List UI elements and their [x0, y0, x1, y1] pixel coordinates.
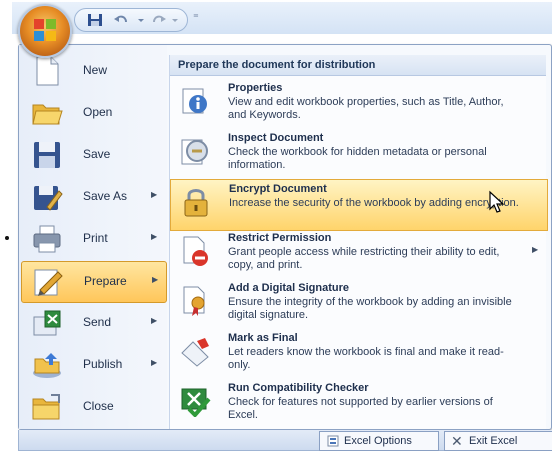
menu-item-open[interactable]: Open — [21, 93, 165, 133]
office-button[interactable] — [18, 4, 72, 58]
mouse-pointer-icon — [489, 190, 505, 213]
open-folder-icon — [32, 104, 63, 125]
submenu-item-compatibility-checker[interactable]: Run Compatibility Checker Check for feat… — [170, 379, 546, 429]
office-menu: New Open Save Save As ▶ Print ▶ Prepare … — [18, 44, 552, 430]
save-as-icon — [34, 186, 63, 211]
menu-item-prepare[interactable]: Prepare ▶ — [21, 261, 167, 303]
submenu-item-title: Properties — [228, 82, 283, 94]
publish-icon — [33, 353, 61, 378]
menu-item-label: Prepare — [84, 274, 127, 288]
send-icon — [33, 310, 61, 336]
submenu-arrow-icon: ▶ — [151, 232, 158, 241]
menu-footer: Excel Options ✕ Exit Excel — [18, 430, 552, 451]
prepare-submenu: Prepare the document for distribution Pr… — [169, 55, 548, 429]
submenu-item-title: Encrypt Document — [229, 183, 327, 195]
menu-item-save-as[interactable]: Save As ▶ — [21, 177, 165, 217]
excel-options-button[interactable]: Excel Options — [319, 431, 439, 451]
redo-icon[interactable] — [151, 13, 167, 27]
redo-dropdown-icon[interactable] — [171, 13, 179, 27]
submenu-item-title: Run Compatibility Checker — [228, 382, 369, 394]
undo-icon[interactable] — [113, 13, 129, 27]
submenu-item-desc: Ensure the integrity of the workbook by … — [228, 296, 512, 321]
menu-item-label: Save — [83, 147, 111, 161]
submenu-item-digital-signature[interactable]: Add a Digital Signature Ensure the integ… — [170, 279, 546, 329]
menu-item-close[interactable]: Close — [21, 387, 165, 427]
submenu-item-desc: Grant people access while restricting th… — [228, 246, 500, 271]
menu-item-send[interactable]: Send ▶ — [21, 303, 165, 343]
menu-item-save[interactable]: Save — [21, 135, 165, 175]
menu-item-label: Publish — [83, 357, 123, 371]
compatibility-icon — [181, 388, 211, 417]
submenu-item-title: Mark as Final — [228, 332, 298, 344]
menu-item-label: Print — [83, 231, 108, 245]
submenu-item-title: Add a Digital Signature — [228, 282, 350, 294]
submenu-item-desc: View and edit workbook properties, such … — [228, 96, 504, 121]
menu-item-label: Save As — [83, 189, 128, 203]
left-menu: New Open Save Save As ▶ Print ▶ Prepare … — [19, 45, 167, 429]
submenu-item-desc: Let readers know the workbook is final a… — [228, 346, 504, 371]
undo-dropdown-icon[interactable] — [137, 13, 145, 27]
submenu-item-desc: Increase the security of the workbook by… — [229, 197, 519, 209]
submenu-item-inspect-document[interactable]: Inspect Document Check the workbook for … — [170, 129, 546, 179]
submenu-header: Prepare the document for distribution — [170, 55, 546, 76]
submenu-item-properties[interactable]: Properties View and edit workbook proper… — [170, 79, 546, 129]
properties-icon — [182, 88, 207, 114]
stray-dot — [5, 236, 9, 240]
close-folder-icon — [32, 394, 60, 420]
menu-item-label: Send — [83, 315, 112, 329]
quick-access-toolbar: ⁼ — [12, 2, 552, 34]
restrict-icon — [183, 236, 208, 266]
submenu-item-restrict-permission[interactable]: Restrict Permission Grant people access … — [170, 229, 546, 279]
mark-final-icon — [181, 338, 209, 367]
submenu-item-desc: Check for features not supported by earl… — [228, 396, 493, 421]
signature-icon — [183, 286, 205, 316]
submenu-title: Prepare the document for distribution — [178, 59, 376, 71]
excel-options-label: Excel Options — [344, 435, 412, 447]
menu-item-label: New — [83, 63, 108, 77]
exit-excel-label: Exit Excel — [469, 435, 518, 447]
new-document-icon — [36, 56, 59, 86]
quick-access-strip — [74, 8, 188, 32]
customize-toolbar-icon[interactable]: ⁼ — [193, 11, 199, 24]
submenu-item-title: Inspect Document — [228, 132, 324, 144]
printer-icon — [33, 225, 61, 253]
submenu-arrow-icon: ▶ — [151, 190, 158, 199]
menu-item-publish[interactable]: Publish ▶ — [21, 345, 165, 385]
inspect-icon — [181, 139, 208, 165]
close-icon: ✕ — [451, 433, 463, 449]
save-icon[interactable] — [87, 13, 103, 27]
menu-item-label: Open — [83, 105, 113, 119]
submenu-item-desc: Check the workbook for hidden metadata o… — [228, 146, 487, 171]
submenu-item-mark-as-final[interactable]: Mark as Final Let readers know the workb… — [170, 329, 546, 379]
submenu-arrow-icon: ▶ — [152, 275, 159, 284]
submenu-arrow-icon: ▶ — [532, 245, 539, 254]
prepare-icon — [34, 269, 63, 296]
options-icon — [327, 435, 339, 447]
submenu-arrow-icon: ▶ — [151, 358, 158, 367]
menu-item-label: Close — [83, 399, 114, 413]
office-logo-icon — [34, 19, 56, 41]
save-icon — [34, 142, 60, 168]
menu-item-print[interactable]: Print ▶ — [21, 219, 165, 259]
lock-icon — [184, 189, 208, 217]
submenu-arrow-icon: ▶ — [151, 316, 158, 325]
submenu-item-title: Restrict Permission — [228, 232, 332, 244]
exit-excel-button[interactable]: ✕ Exit Excel — [444, 431, 552, 451]
